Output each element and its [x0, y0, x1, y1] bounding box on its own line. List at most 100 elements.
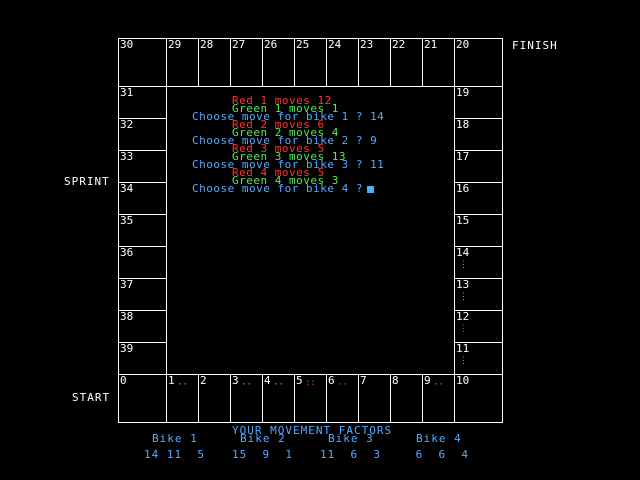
board-cell: 33: [118, 150, 167, 183]
cell-number: 20: [456, 38, 470, 51]
bike-marker: ··: [273, 380, 284, 390]
cell-number: 37: [120, 278, 134, 291]
board-cell: 0: [118, 374, 167, 423]
board-cell: 29: [166, 38, 199, 87]
cell-number: 36: [120, 246, 134, 259]
board-cell: 2: [198, 374, 231, 423]
bike-marker: ::: [305, 378, 316, 388]
bike-label: Bike 4: [416, 432, 462, 445]
cell-number: 7: [360, 374, 367, 387]
board-cell: 38: [118, 310, 167, 343]
cell-number: 12: [456, 310, 470, 323]
bike-marker: ⋮: [459, 324, 468, 334]
bike-marker: ··: [337, 380, 348, 390]
cell-number: 11: [456, 342, 470, 355]
cell-number: 18: [456, 118, 470, 131]
cell-number: 27: [232, 38, 246, 51]
bike-label: Bike 2: [240, 432, 286, 445]
cell-number: 19: [456, 86, 470, 99]
cell-number: 5: [296, 374, 303, 387]
board-cell: 17: [454, 150, 503, 183]
cell-number: 3: [232, 374, 239, 387]
bike-marker: ⋮: [459, 260, 468, 270]
bike-marker: ··: [177, 380, 188, 390]
cell-number: 0: [120, 374, 127, 387]
cell-number: 21: [424, 38, 438, 51]
board-cell: 25: [294, 38, 327, 87]
board-cell: 10: [454, 374, 503, 423]
sprint-label: SPRINT: [64, 175, 110, 188]
cell-number: 15: [456, 214, 470, 227]
cell-number: 4: [264, 374, 271, 387]
board-cell: 18: [454, 118, 503, 151]
board-cell: 1 ··: [166, 374, 199, 423]
bike-marker: ⋮: [459, 356, 468, 366]
bike-factors: 11 6 3: [320, 448, 381, 461]
cell-number: 39: [120, 342, 134, 355]
board-cell: 19: [454, 86, 503, 119]
board-cell: 24: [326, 38, 359, 87]
board-cell: 31: [118, 86, 167, 119]
cell-number: 35: [120, 214, 134, 227]
cell-number: 14: [456, 246, 470, 259]
cell-number: 22: [392, 38, 406, 51]
board-cell: 27: [230, 38, 263, 87]
move-prompt[interactable]: Choose move for bike 4 ?: [192, 182, 374, 195]
prompt-text: Choose move for bike 4 ?: [192, 182, 363, 195]
cell-number: 13: [456, 278, 470, 291]
board-cell: 15: [454, 214, 503, 247]
game-board: 30 29 28 27 26 25 24 23 22 21 20 31 32 3…: [0, 0, 640, 480]
cell-number: 23: [360, 38, 374, 51]
board-cell: 3 ··: [230, 374, 263, 423]
board-cell: 30: [118, 38, 167, 87]
bike-factors: 6 6 4: [408, 448, 469, 461]
board-cell: 14 ⋮: [454, 246, 503, 279]
board-cell: 39: [118, 342, 167, 375]
cell-number: 17: [456, 150, 470, 163]
board-cell: 36: [118, 246, 167, 279]
cell-number: 38: [120, 310, 134, 323]
cell-number: 1: [168, 374, 175, 387]
cell-number: 26: [264, 38, 278, 51]
board-cell: 13 ⋮: [454, 278, 503, 311]
bike-marker: ··: [241, 380, 252, 390]
board-cell: 26: [262, 38, 295, 87]
cell-number: 33: [120, 150, 134, 163]
cell-number: 24: [328, 38, 342, 51]
board-cell: 37: [118, 278, 167, 311]
board-cell: 16: [454, 182, 503, 215]
board-cell: 28: [198, 38, 231, 87]
board-cell: 6 ··: [326, 374, 359, 423]
cell-number: 32: [120, 118, 134, 131]
board-cell: 5 ::: [294, 374, 327, 423]
cell-number: 8: [392, 374, 399, 387]
bike-marker: ⋮: [459, 292, 468, 302]
bike-factors: 15 9 1: [232, 448, 293, 461]
cell-number: 2: [200, 374, 207, 387]
bike-label: Bike 3: [328, 432, 374, 445]
cell-number: 25: [296, 38, 310, 51]
board-cell: 8: [390, 374, 423, 423]
cell-number: 28: [200, 38, 214, 51]
board-cell: 22: [390, 38, 423, 87]
start-label: START: [72, 391, 111, 404]
cell-number: 6: [328, 374, 335, 387]
cell-number: 9: [424, 374, 431, 387]
board-cell: 12 ⋮: [454, 310, 503, 343]
bike-label: Bike 1: [152, 432, 198, 445]
board-cell: 21: [422, 38, 455, 87]
board-cell: 35: [118, 214, 167, 247]
text-cursor[interactable]: [366, 185, 374, 193]
cell-number: 31: [120, 86, 134, 99]
bike-factors: 14 11 5: [144, 448, 205, 461]
board-cell: 23: [358, 38, 391, 87]
board-cell: 7: [358, 374, 391, 423]
cell-number: 16: [456, 182, 470, 195]
bike-marker: ··: [433, 380, 444, 390]
cell-number: 29: [168, 38, 182, 51]
board-cell: 34: [118, 182, 167, 215]
board-cell: 9 ··: [422, 374, 455, 423]
finish-label: FINISH: [512, 39, 558, 52]
board-cell: 20: [454, 38, 503, 87]
cell-number: 34: [120, 182, 134, 195]
